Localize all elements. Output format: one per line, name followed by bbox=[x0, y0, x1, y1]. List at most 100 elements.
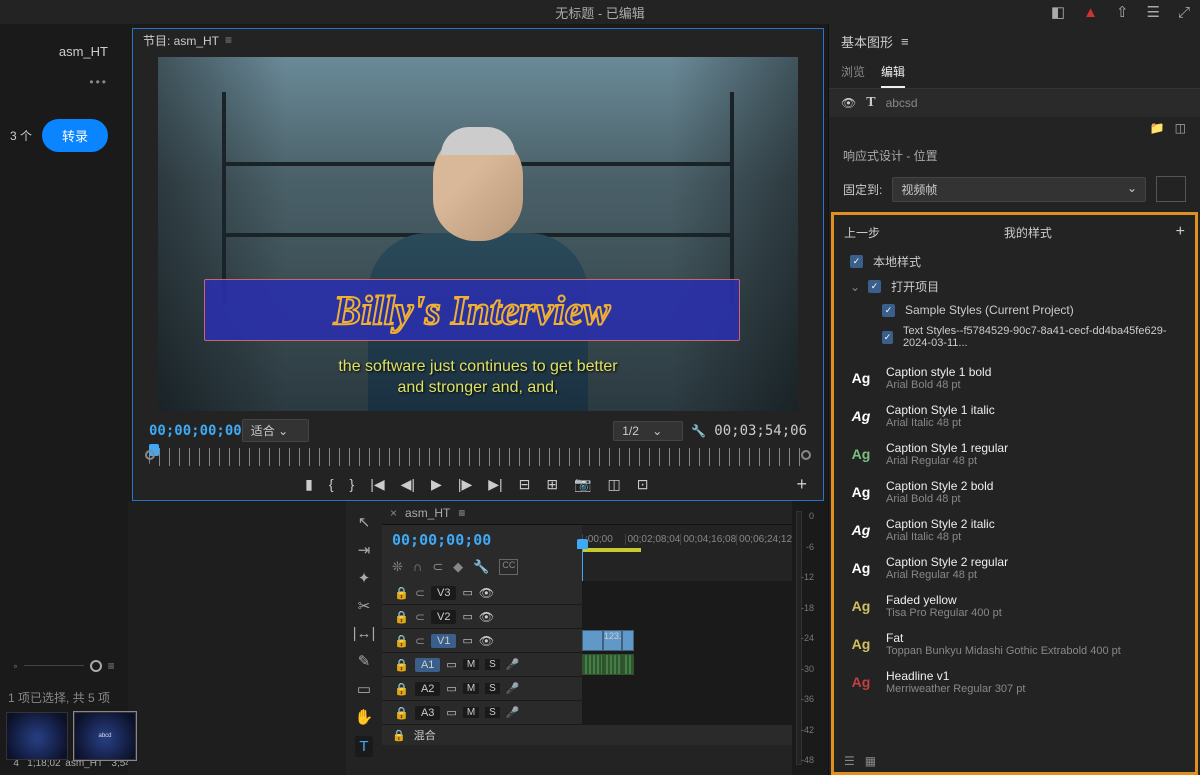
track-select-tool-icon[interactable]: ⇥ bbox=[358, 541, 371, 559]
pin-diagram[interactable] bbox=[1156, 176, 1186, 202]
magnet-icon[interactable]: ∩ bbox=[413, 559, 422, 575]
close-tab-icon[interactable]: × bbox=[390, 506, 397, 520]
toggle-icon[interactable]: ▭ bbox=[462, 586, 472, 599]
compare-icon[interactable]: ◫ bbox=[608, 476, 621, 493]
mark-in-icon[interactable]: ▮ bbox=[305, 476, 313, 493]
add-style-button[interactable]: + bbox=[1176, 223, 1185, 241]
grid-view-icon[interactable]: ▦ bbox=[865, 754, 876, 768]
more-menu[interactable]: ••• bbox=[0, 65, 128, 99]
track-name[interactable]: A1 bbox=[415, 658, 440, 672]
step-fwd-icon[interactable]: |▶ bbox=[458, 476, 472, 493]
prev-edit-icon[interactable]: |◀ bbox=[370, 476, 384, 493]
lock-icon[interactable]: 🔒 bbox=[394, 586, 409, 600]
local-styles-checkbox[interactable]: ✓ bbox=[850, 255, 863, 268]
transcribe-button[interactable]: 转录 bbox=[42, 119, 108, 152]
style-item[interactable]: Ag FatToppan Bunkyu Midashi Gothic Extra… bbox=[838, 625, 1191, 663]
back-button[interactable]: 上一步 bbox=[844, 224, 880, 241]
open-project-checkbox[interactable]: ✓ bbox=[868, 280, 881, 293]
toggle-icon[interactable]: ▭ bbox=[446, 658, 456, 671]
track-header[interactable]: 🔒 A1 ▭ MS🎤 bbox=[382, 653, 582, 676]
audio-clip[interactable] bbox=[603, 654, 622, 675]
clip[interactable]: 123. bbox=[603, 630, 622, 651]
track-lane[interactable] bbox=[582, 653, 792, 676]
export-frame-icon[interactable]: 📷 bbox=[574, 476, 591, 493]
text-styles-checkbox[interactable]: ✓ bbox=[882, 331, 893, 344]
selection-tool-icon[interactable]: ↖ bbox=[358, 513, 371, 531]
video-preview[interactable]: Billy's Interview the software just cont… bbox=[158, 57, 798, 411]
resolution-select[interactable]: 1/2 ⌄ bbox=[613, 421, 683, 441]
audio-clip[interactable] bbox=[582, 654, 603, 675]
rect-tool-icon[interactable]: ▭ bbox=[357, 680, 371, 698]
add-button-icon[interactable]: + bbox=[796, 474, 807, 495]
track-header[interactable]: 🔒 ⊂ V3 ▭ 👁 bbox=[382, 581, 582, 604]
toggle-icon[interactable]: ▭ bbox=[462, 634, 472, 647]
track-lane[interactable] bbox=[582, 605, 792, 628]
track-name[interactable]: A2 bbox=[415, 682, 440, 696]
timeline-timecode[interactable]: 00;00;00;00 bbox=[382, 525, 582, 555]
caret-icon[interactable]: ⌄ bbox=[850, 280, 860, 294]
audio-clip[interactable] bbox=[622, 654, 635, 675]
project-thumb[interactable] bbox=[6, 712, 68, 760]
razor-tool-icon[interactable]: ✂ bbox=[358, 597, 371, 615]
extract-icon[interactable]: ⊞ bbox=[546, 476, 558, 493]
lock-icon[interactable]: 🔒 bbox=[394, 658, 409, 672]
program-scrubber[interactable] bbox=[149, 448, 807, 466]
pen-tool-icon[interactable]: ✎ bbox=[358, 652, 371, 670]
lock-icon[interactable]: 🔒 bbox=[394, 682, 409, 696]
lift-icon[interactable]: ⊟ bbox=[519, 476, 531, 493]
playhead-icon[interactable] bbox=[577, 539, 588, 549]
mark-out-icon[interactable]: { bbox=[329, 476, 334, 492]
toggle-icon[interactable]: ▭ bbox=[462, 610, 472, 623]
track-name[interactable]: V2 bbox=[431, 610, 456, 624]
eye-icon[interactable]: 👁 bbox=[479, 634, 494, 648]
fullscreen-icon[interactable]: ⤢ bbox=[1178, 4, 1190, 21]
tab-browse[interactable]: 浏览 bbox=[841, 63, 865, 88]
cc-icon[interactable]: CC bbox=[499, 559, 518, 575]
sample-styles-checkbox[interactable]: ✓ bbox=[882, 304, 895, 317]
style-item[interactable]: Ag Caption Style 2 boldArial Bold 48 pt bbox=[838, 473, 1191, 511]
panel-menu-icon[interactable]: ☰ bbox=[1147, 3, 1160, 21]
eye-icon[interactable]: 👁 bbox=[479, 586, 494, 600]
text-layer-row[interactable]: 👁 T abcsd bbox=[829, 89, 1200, 117]
safe-margins-icon[interactable]: ⊡ bbox=[637, 476, 649, 493]
project-thumb[interactable]: abcd bbox=[74, 712, 136, 760]
tab-edit[interactable]: 编辑 bbox=[881, 63, 905, 88]
play-icon[interactable]: ▶ bbox=[431, 476, 442, 493]
lock-icon[interactable]: 🔒 bbox=[392, 729, 406, 742]
track-lane[interactable] bbox=[582, 701, 792, 724]
panel-menu-icon[interactable]: ≡ bbox=[901, 34, 909, 49]
lock-icon[interactable]: 🔒 bbox=[394, 634, 409, 648]
workspace-icon[interactable]: ◧ bbox=[1051, 3, 1065, 21]
hand-tool-icon[interactable]: ✋ bbox=[355, 708, 374, 726]
track-header[interactable]: 🔒 A3 ▭ MS🎤 bbox=[382, 701, 582, 724]
mic-icon[interactable]: 🎤 bbox=[506, 658, 520, 671]
snap-icon[interactable]: ❊ bbox=[392, 559, 403, 575]
pin-target-select[interactable]: 视频帧⌄ bbox=[892, 177, 1146, 202]
list-view-icon[interactable]: ☰ bbox=[844, 754, 855, 768]
share-icon[interactable]: ⇧ bbox=[1116, 3, 1129, 21]
current-timecode[interactable]: 00;00;00;00 bbox=[149, 423, 242, 439]
zoom-slider[interactable]: ◦≡ bbox=[0, 651, 128, 681]
track-name[interactable]: V1 bbox=[431, 634, 456, 648]
mic-icon[interactable]: 🎤 bbox=[506, 682, 520, 695]
toggle-icon[interactable]: ▭ bbox=[446, 682, 456, 695]
solo-button[interactable]: S bbox=[485, 659, 500, 670]
solo-button[interactable]: S bbox=[485, 707, 500, 718]
style-item[interactable]: Ag Caption Style 1 italicArial Italic 48… bbox=[838, 397, 1191, 435]
clip[interactable] bbox=[582, 630, 603, 651]
style-item[interactable]: Ag Caption Style 1 regularArial Regular … bbox=[838, 435, 1191, 473]
track-name[interactable]: V3 bbox=[431, 586, 456, 600]
track-lane[interactable]: 123. bbox=[582, 629, 792, 652]
fit-select[interactable]: 适合 ⌄ bbox=[242, 419, 309, 442]
track-lane[interactable] bbox=[582, 677, 792, 700]
solo-button[interactable]: S bbox=[485, 683, 500, 694]
clip[interactable] bbox=[622, 630, 635, 651]
lock-icon[interactable]: 🔒 bbox=[394, 706, 409, 720]
settings-icon[interactable]: 🔧 bbox=[473, 559, 489, 575]
track-header[interactable]: 🔒 ⊂ V2 ▭ 👁 bbox=[382, 605, 582, 628]
marker-icon[interactable]: ◆ bbox=[453, 559, 463, 575]
style-item[interactable]: Ag Faded yellowTisa Pro Regular 400 pt bbox=[838, 587, 1191, 625]
toggle-icon[interactable]: ▭ bbox=[446, 706, 456, 719]
title-graphic[interactable]: Billy's Interview bbox=[204, 279, 740, 341]
eye-icon[interactable]: 👁 bbox=[841, 96, 856, 110]
